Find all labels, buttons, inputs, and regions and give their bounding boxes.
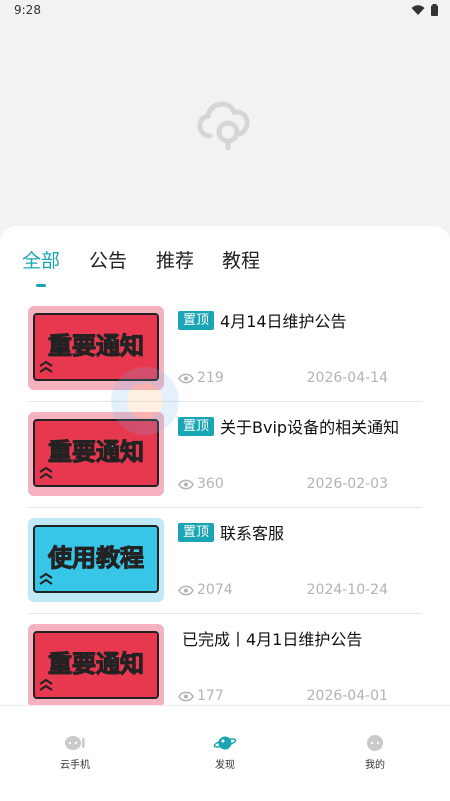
tab-tutorial[interactable]: 教程: [222, 246, 260, 273]
view-count-value: 177: [197, 688, 224, 704]
article-date: 2026-04-14: [306, 370, 388, 386]
article-thumbnail: 重要通知: [28, 412, 164, 496]
tab-announcement[interactable]: 公告: [89, 246, 127, 273]
article-date: 2026-04-01: [306, 688, 388, 704]
bottom-nav: 云手机 发现 我的: [0, 705, 450, 801]
article-thumbnail: 重要通知: [28, 624, 164, 706]
article-title: 联系客服: [220, 524, 285, 543]
nav-mine[interactable]: 我的: [335, 734, 415, 771]
profile-icon: [367, 735, 383, 751]
view-count: 177: [178, 688, 224, 704]
article-title: 关于Bvip设备的相关通知: [220, 418, 400, 437]
article-title: 已完成丨4月1日维护公告: [182, 630, 363, 649]
view-count: 360: [178, 476, 224, 492]
content-sheet: 全部 公告 推荐 教程 重要通知 置顶 4月14日维护公告 219 2026-0…: [0, 226, 450, 706]
svg-text:重要通知: 重要通知: [48, 438, 144, 466]
article-date: 2024-10-24: [306, 582, 388, 598]
eye-icon: [178, 479, 194, 489]
article-meta: 177 2026-04-01: [178, 688, 388, 704]
nav-cloud-phone[interactable]: 云手机: [35, 734, 115, 771]
article-item[interactable]: 使用教程 置顶 联系客服 2074 2024-10-24: [0, 508, 450, 614]
eye-icon: [178, 691, 194, 701]
status-icons: [411, 4, 438, 16]
nav-label: 发现: [215, 760, 235, 771]
article-item[interactable]: 重要通知 置顶 4月14日维护公告 219 2026-04-14: [0, 296, 450, 402]
pinned-badge: 置顶: [178, 416, 215, 436]
nav-discover[interactable]: 发现: [185, 734, 265, 771]
view-count-value: 219: [197, 370, 224, 386]
status-time: 9:28: [14, 3, 41, 17]
article-title-row: 置顶 关于Bvip设备的相关通知: [178, 414, 426, 438]
battery-icon: [431, 4, 438, 16]
status-bar: 9:28: [0, 0, 450, 22]
tab-all[interactable]: 全部: [22, 246, 60, 273]
view-count: 2074: [178, 582, 233, 598]
planet-icon: [213, 736, 237, 750]
cloud-phone-icon: [65, 736, 85, 750]
article-title: 4月14日维护公告: [220, 312, 347, 331]
svg-text:重要通知: 重要通知: [48, 332, 144, 360]
article-title-row: 置顶 联系客服: [178, 520, 426, 544]
article-thumbnail: 重要通知: [28, 306, 164, 390]
view-count: 219: [178, 370, 224, 386]
banner-area[interactable]: [0, 22, 450, 227]
tab-recommend[interactable]: 推荐: [156, 246, 194, 273]
wifi-icon: [411, 4, 425, 15]
article-title-row: 已完成丨4月1日维护公告: [182, 626, 426, 650]
eye-icon: [178, 373, 194, 383]
pinned-badge: 置顶: [178, 522, 215, 542]
svg-text:使用教程: 使用教程: [47, 544, 144, 572]
pinned-badge: 置顶: [178, 310, 215, 330]
view-count-value: 2074: [197, 582, 233, 598]
article-meta: 219 2026-04-14: [178, 370, 388, 386]
article-meta: 2074 2024-10-24: [178, 582, 388, 598]
category-tabs: 全部 公告 推荐 教程: [0, 240, 450, 290]
article-date: 2026-02-03: [306, 476, 388, 492]
active-tab-indicator: [36, 284, 46, 287]
eye-icon: [178, 585, 194, 595]
cloud-logo-icon: [197, 101, 250, 151]
article-item[interactable]: 重要通知 置顶 关于Bvip设备的相关通知 360 2026-02-03: [0, 402, 450, 508]
nav-label: 我的: [365, 760, 385, 771]
nav-label: 云手机: [60, 760, 90, 771]
article-thumbnail: 使用教程: [28, 518, 164, 602]
article-title-row: 置顶 4月14日维护公告: [178, 308, 426, 332]
article-item[interactable]: 重要通知 已完成丨4月1日维护公告 177 2026-04-01: [0, 614, 450, 706]
article-meta: 360 2026-02-03: [178, 476, 388, 492]
svg-text:重要通知: 重要通知: [48, 650, 144, 678]
view-count-value: 360: [197, 476, 224, 492]
